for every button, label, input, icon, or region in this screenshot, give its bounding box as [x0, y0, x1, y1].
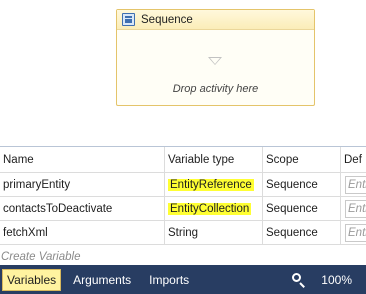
sequence-header[interactable]: Sequence	[117, 10, 314, 30]
default-value-input[interactable]: Entit	[345, 223, 366, 242]
variable-name-cell[interactable]: contactsToDeactivate	[0, 197, 165, 220]
zoom-level[interactable]: 100%	[321, 273, 352, 287]
column-header-scope[interactable]: Scope	[263, 147, 341, 172]
variable-type-cell[interactable]: String	[165, 221, 263, 244]
designer-bottom-bar: Variables Arguments Imports 100%	[0, 265, 366, 294]
default-value-input[interactable]: Entit	[345, 199, 366, 218]
table-row[interactable]: primaryEntity EntityReference Sequence E…	[0, 173, 366, 197]
sequence-icon	[122, 13, 135, 26]
table-row[interactable]: fetchXml String Sequence Entit	[0, 221, 366, 245]
table-row[interactable]: contactsToDeactivate EntityCollection Se…	[0, 197, 366, 221]
variable-type-cell[interactable]: EntityCollection	[165, 197, 263, 220]
tab-variables[interactable]: Variables	[2, 268, 62, 291]
create-variable-row[interactable]: Create Variable	[0, 248, 366, 265]
variable-scope-cell[interactable]: Sequence	[263, 197, 341, 220]
variable-type-highlight: EntityCollection	[168, 202, 252, 215]
tab-arguments[interactable]: Arguments	[67, 269, 137, 291]
tab-imports[interactable]: Imports	[143, 269, 195, 291]
grid-header-row: Name Variable type Scope Def	[0, 147, 366, 173]
column-header-variable-type[interactable]: Variable type	[165, 147, 263, 172]
variable-name-cell[interactable]: primaryEntity	[0, 173, 165, 196]
variable-scope-cell[interactable]: Sequence	[263, 221, 341, 244]
column-header-name[interactable]: Name	[0, 147, 165, 172]
variable-default-cell[interactable]: Entit	[341, 197, 366, 220]
column-header-default[interactable]: Def	[341, 147, 366, 172]
drop-activity-placeholder[interactable]: Drop activity here	[117, 83, 314, 95]
variable-type-cell[interactable]: EntityReference	[165, 173, 263, 196]
default-value-input[interactable]: Entit	[345, 175, 366, 194]
variable-type-highlight: EntityReference	[168, 178, 254, 191]
drop-arrow-icon	[208, 57, 222, 65]
zoom-icon[interactable]	[291, 272, 307, 288]
variable-name-cell[interactable]: fetchXml	[0, 221, 165, 244]
variable-scope-cell[interactable]: Sequence	[263, 173, 341, 196]
workflow-designer-canvas[interactable]: Sequence Drop activity here	[0, 0, 366, 146]
variable-default-cell[interactable]: Entit	[341, 173, 366, 196]
variable-default-cell[interactable]: Entit	[341, 221, 366, 244]
sequence-title: Sequence	[141, 13, 193, 26]
variables-grid: Name Variable type Scope Def primaryEnti…	[0, 146, 366, 265]
sequence-activity[interactable]: Sequence Drop activity here	[116, 9, 315, 106]
